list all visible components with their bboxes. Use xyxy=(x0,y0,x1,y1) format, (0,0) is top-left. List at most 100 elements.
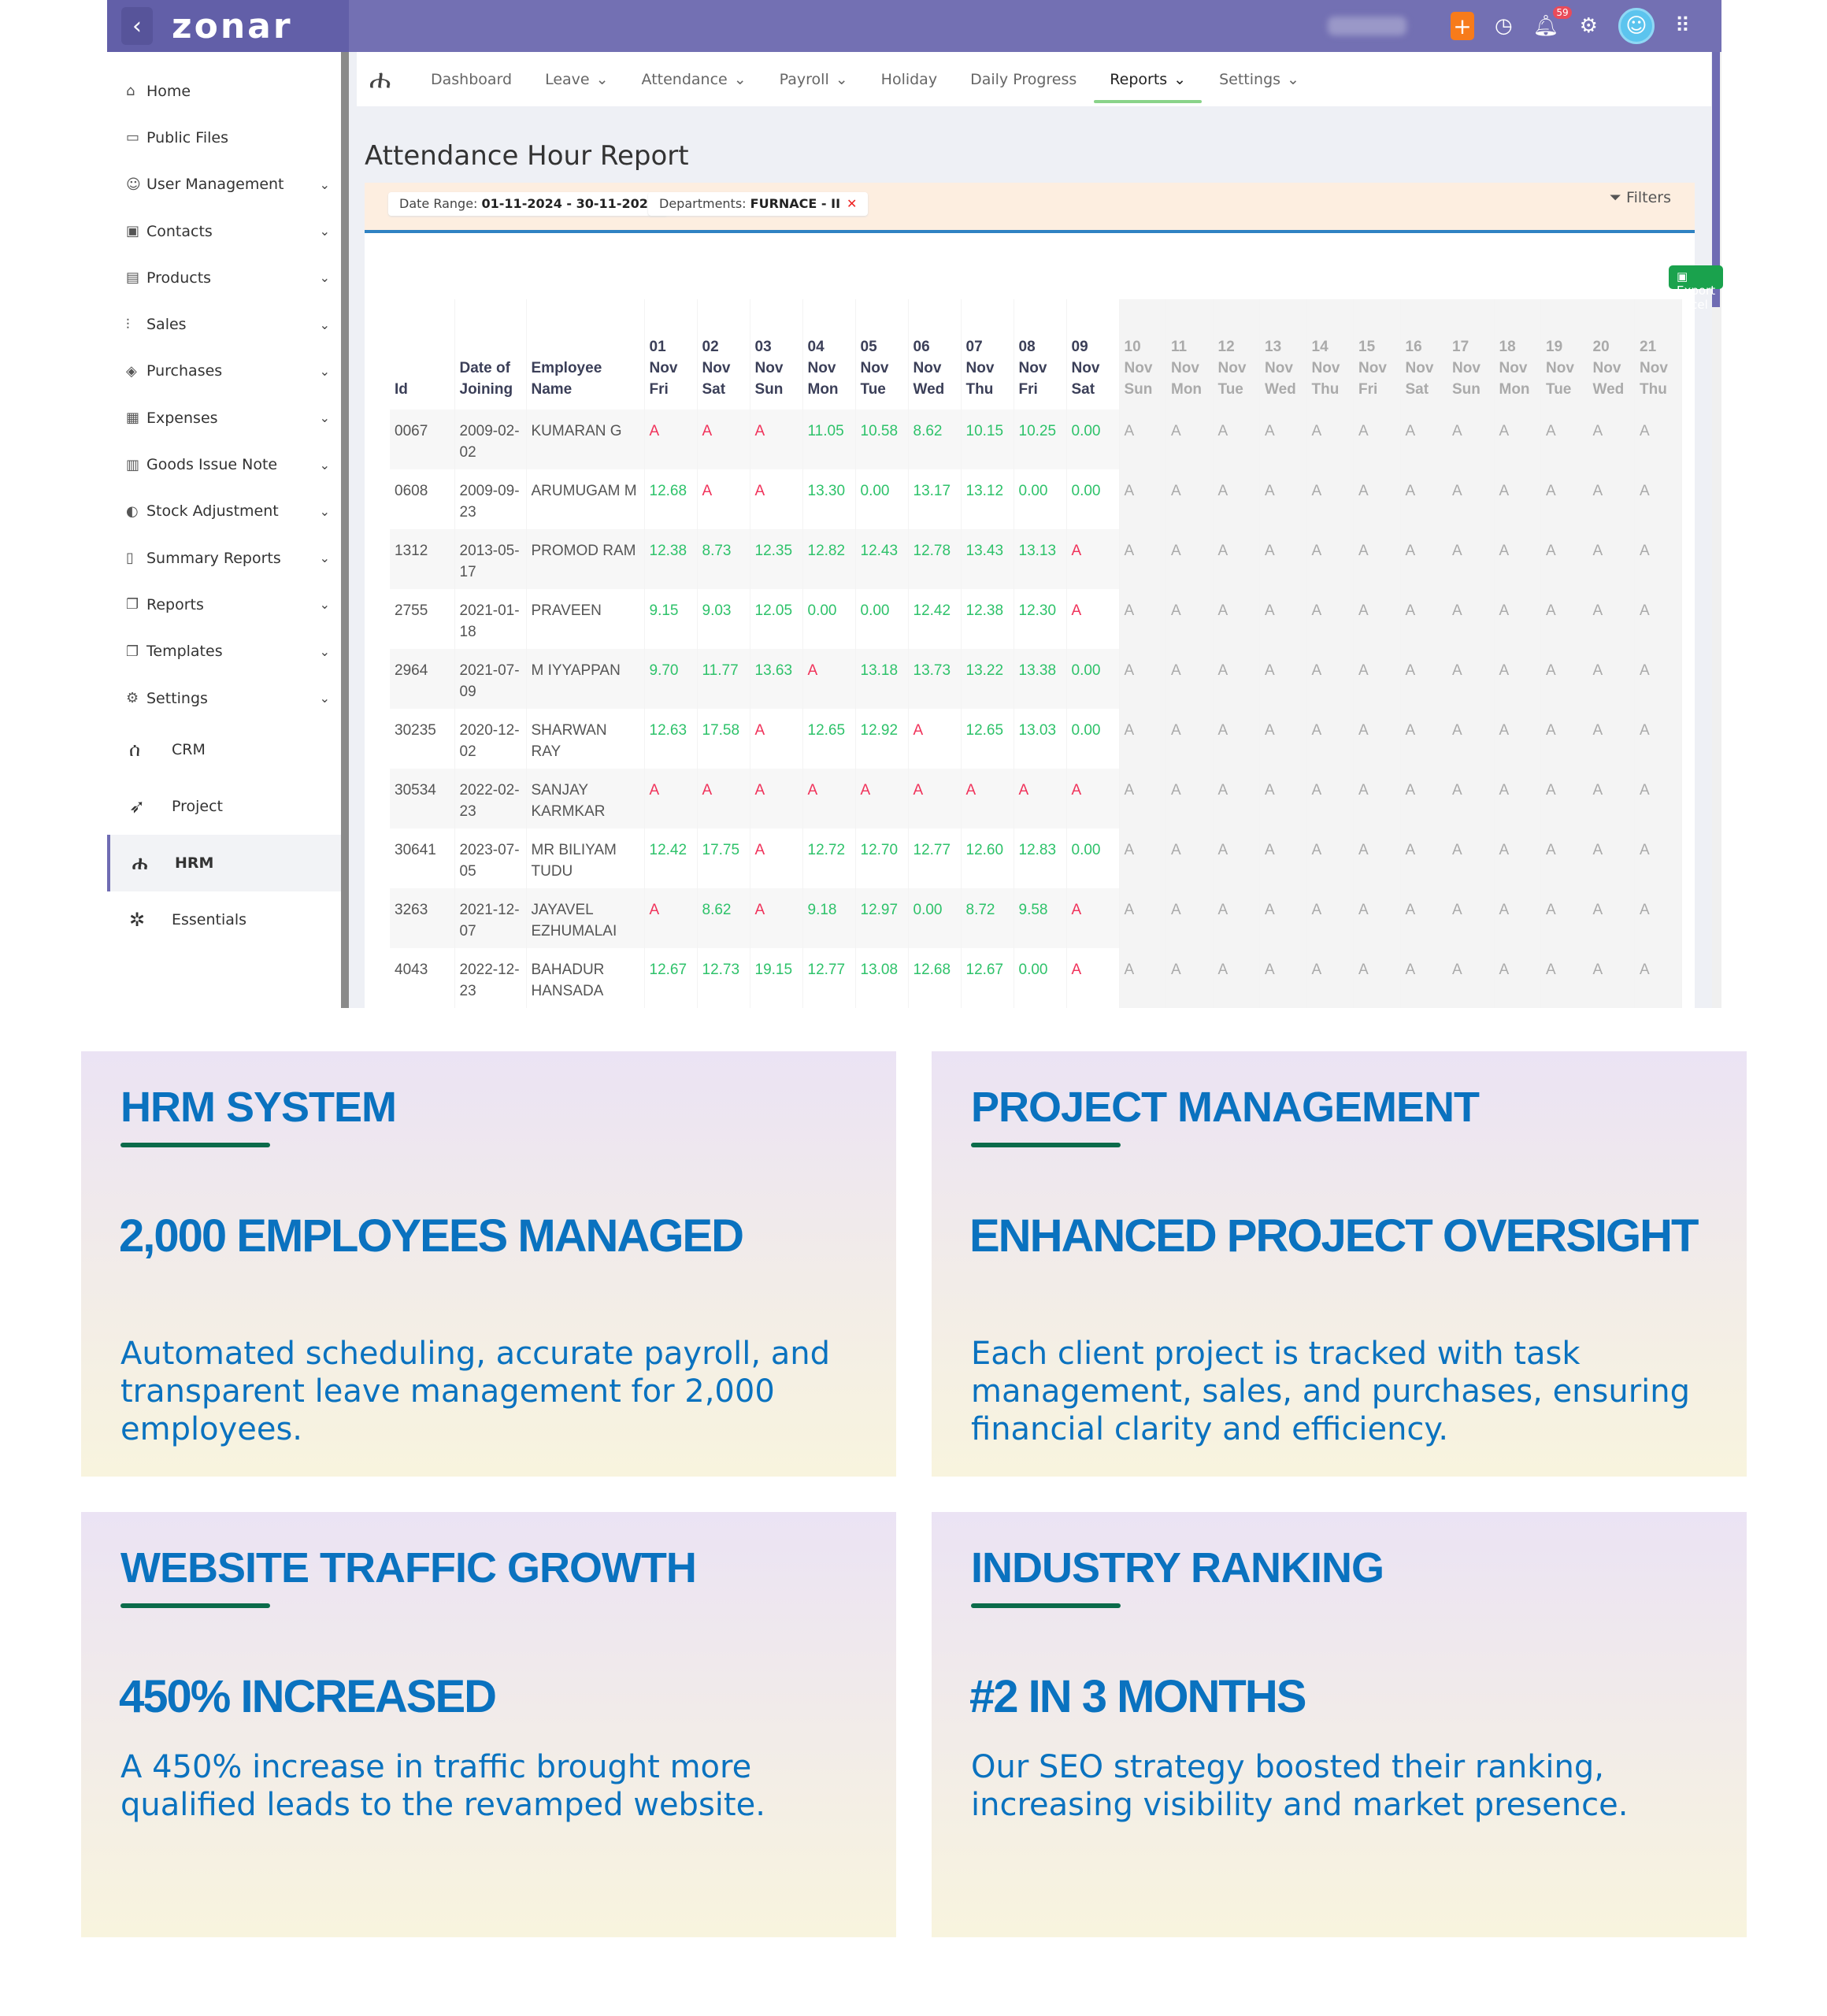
quick-add-button[interactable]: + xyxy=(1450,12,1474,40)
day-header-part: Nov xyxy=(1405,360,1434,376)
sidebar-module-essentials[interactable]: ✲ Essentials xyxy=(107,891,341,948)
chevron-down-icon: ⌄ xyxy=(835,70,848,88)
day-header-part: Nov xyxy=(649,360,678,376)
sidebar-item-home[interactable]: ⌂ Home xyxy=(107,68,341,114)
nav-dashboard[interactable]: Dashboard xyxy=(431,52,512,106)
sidebar-module-hrm[interactable]: ሐ HRM xyxy=(107,835,341,892)
day-header-part: 04 xyxy=(807,339,825,355)
scrollbar[interactable] xyxy=(1712,52,1721,1008)
bell-icon[interactable]: 🔔︎ 59 xyxy=(1533,6,1572,38)
user-management-icon: ☺ xyxy=(126,176,141,193)
day-header-part: Nov xyxy=(1071,360,1100,376)
cell-future: A xyxy=(1259,769,1307,828)
nav-attendance[interactable]: Attendance ⌄ xyxy=(642,52,747,106)
sidebar-item-user-management[interactable]: ☺ User Management ⌄ xyxy=(107,161,341,208)
collapse-sidebar-button[interactable]: ‹ xyxy=(121,7,153,45)
cell-future: A xyxy=(1400,888,1447,948)
cell-future: A xyxy=(1306,649,1354,709)
cell-future: A xyxy=(1588,769,1635,828)
cell-hours: A xyxy=(644,410,698,469)
day-header-part: Wed xyxy=(1265,381,1296,398)
cell-id: 2964 xyxy=(390,649,455,709)
cell-hours: 0.00 xyxy=(1066,709,1120,769)
chevron-down-icon: ⌄ xyxy=(319,457,330,472)
cell-future: A xyxy=(1119,948,1166,1008)
cell-future: A xyxy=(1588,529,1635,589)
close-icon[interactable]: ✕ xyxy=(847,196,857,211)
cell-hours: 9.03 xyxy=(697,589,750,649)
day-header-part: Nov xyxy=(1452,360,1480,376)
cell-future: A xyxy=(1400,410,1447,469)
cell-future: A xyxy=(1588,948,1635,1008)
cell-hours: A xyxy=(750,769,803,828)
nav-daily-progress[interactable]: Daily Progress xyxy=(970,52,1077,106)
day-header-part: Sun xyxy=(754,381,784,398)
cell-future: A xyxy=(1166,469,1214,529)
top-bar: ‹ zonar + ◷ 🔔︎ 59 ⚙ ☺ ⠿ xyxy=(107,0,1721,52)
nav-settings[interactable]: Settings ⌄ xyxy=(1219,52,1299,106)
day-header-part: Sat xyxy=(1405,381,1429,398)
cell-id: 30235 xyxy=(390,709,455,769)
cell-future: A xyxy=(1447,709,1495,769)
column-header-day: 10 Nov Sun xyxy=(1119,299,1166,410)
sidebar-item-settings[interactable]: ⚙ Settings ⌄ xyxy=(107,675,341,721)
apps-grid-icon[interactable]: ⠿ xyxy=(1675,14,1690,38)
nav-holiday[interactable]: Holiday xyxy=(881,52,937,106)
cell-name: SHARWAN RAY xyxy=(526,709,645,769)
cell-future: A xyxy=(1119,888,1166,948)
sidebar-item-products[interactable]: ▤ Products ⌄ xyxy=(107,254,341,301)
nav-reports[interactable]: Reports ⌄ xyxy=(1094,52,1202,106)
column-header-day: 09 Nov Sat xyxy=(1066,299,1120,410)
cell-future: A xyxy=(1634,469,1682,529)
sidebar-item-expenses[interactable]: ▦ Expenses ⌄ xyxy=(107,395,341,441)
cell-hours: A xyxy=(644,769,698,828)
sidebar-item-purchases[interactable]: ◈ Purchases ⌄ xyxy=(107,348,341,395)
day-header-part: 18 xyxy=(1499,339,1516,355)
nav-payroll[interactable]: Payroll ⌄ xyxy=(780,52,848,106)
day-header-part: 11 xyxy=(1171,339,1188,355)
sidebar-item-sales[interactable]: ⫶ Sales ⌄ xyxy=(107,301,341,347)
cell-future: A xyxy=(1119,709,1166,769)
day-header-part: Thu xyxy=(1640,381,1667,398)
expenses-icon: ▦ xyxy=(126,410,140,427)
sidebar-item-templates[interactable]: ❐ Templates ⌄ xyxy=(107,628,341,675)
cell-future: A xyxy=(1353,469,1401,529)
cell-future: A xyxy=(1447,469,1495,529)
column-header-day: 05 Nov Tue xyxy=(855,299,909,410)
cell-future: A xyxy=(1494,888,1541,948)
avatar[interactable]: ☺ xyxy=(1618,8,1655,44)
sidebar-item-stock-adjustment[interactable]: ◐ Stock Adjustment ⌄ xyxy=(107,488,341,535)
purchases-icon: ◈ xyxy=(126,362,137,380)
cell-doj: 2009-09-23 xyxy=(454,469,527,529)
sidebar-item-reports[interactable]: ❐ Reports ⌄ xyxy=(107,581,341,628)
table-row: 2755 2021-01-18 PRAVEEN 9.15 9.03 12.05 0.00 0.… xyxy=(390,589,1682,649)
day-header-part: Sat xyxy=(702,381,726,398)
cell-hours: 0.00 xyxy=(1066,828,1120,888)
cell-hours: 0.00 xyxy=(908,888,962,948)
sidebar-item-summary-reports[interactable]: ▯ Summary Reports ⌄ xyxy=(107,535,341,581)
gear-icon[interactable]: ⚙ xyxy=(1580,14,1598,38)
sidebar-module-project[interactable]: ➶ Project xyxy=(107,778,341,835)
clock-icon[interactable]: ◷ xyxy=(1495,14,1513,38)
department-chip[interactable]: Departments: FURNACE - II ✕ xyxy=(648,192,869,216)
sidebar-module-crm[interactable]: ሰ CRM xyxy=(107,721,341,778)
day-header-part: 09 xyxy=(1071,339,1088,355)
sidebar-item-contacts[interactable]: ▣ Contacts ⌄ xyxy=(107,208,341,254)
cell-future: A xyxy=(1494,589,1541,649)
cell-doj: 2020-12-02 xyxy=(454,709,527,769)
cell-hours: 8.73 xyxy=(697,529,750,589)
table-row: 0608 2009-09-23 ARUMUGAM M 12.68 A A 13.30 0.00… xyxy=(390,469,1682,529)
sidebar-item-goods-issue-note[interactable]: ▥ Goods Issue Note ⌄ xyxy=(107,441,341,487)
column-header-day: 15 Nov Fri xyxy=(1353,299,1401,410)
cell-future: A xyxy=(1494,469,1541,529)
day-header-part: Nov xyxy=(1592,360,1621,376)
nav-leave[interactable]: Leave ⌄ xyxy=(545,52,608,106)
cell-hours: 12.42 xyxy=(908,589,962,649)
cell-future: A xyxy=(1540,469,1588,529)
filters-button[interactable]: ⏷ Filters xyxy=(1610,189,1671,206)
date-range-chip[interactable]: Date Range: 01-11-2024 - 30-11-2024 xyxy=(388,192,668,216)
export-excel-button[interactable]: ▣ Export Excel xyxy=(1669,265,1724,312)
cell-name: PRAVEEN xyxy=(526,589,645,649)
sidebar-module-label: Project xyxy=(172,798,224,816)
sidebar-item-public-files[interactable]: ▭ Public Files xyxy=(107,114,341,161)
